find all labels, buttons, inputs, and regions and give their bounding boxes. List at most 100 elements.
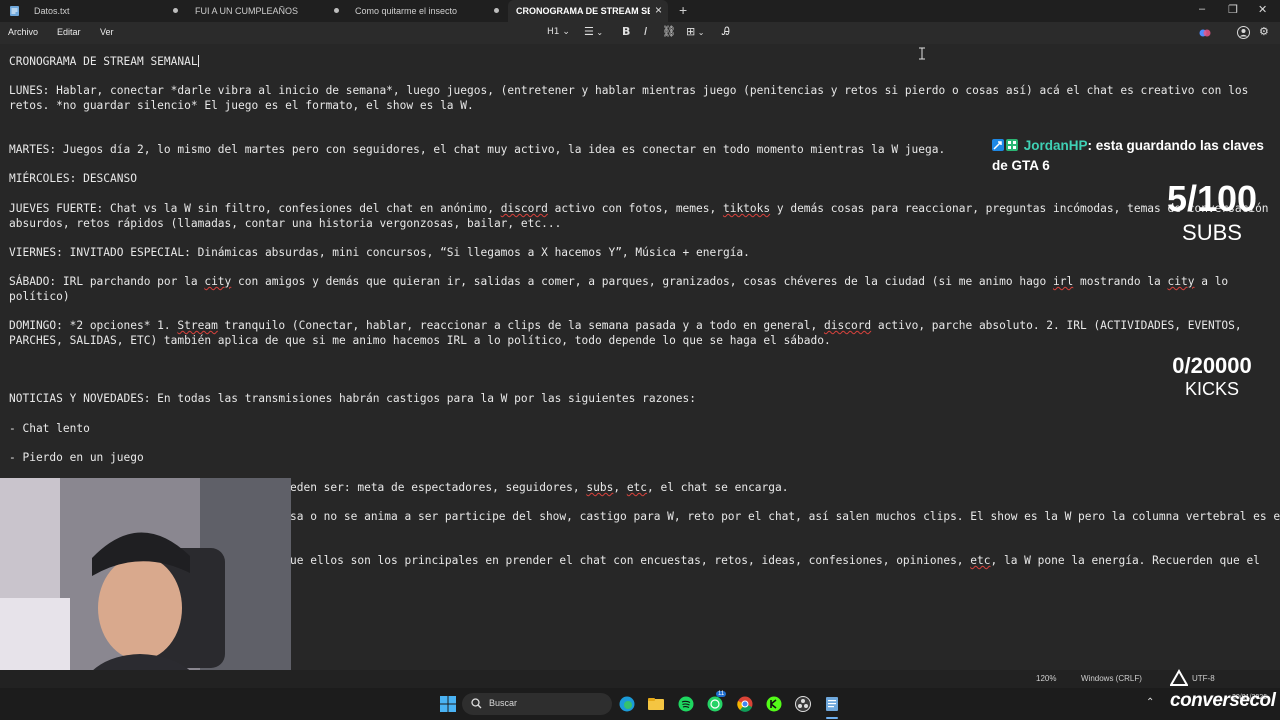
tab-title: CRONOGRAMA DE STREAM SEMAN	[516, 6, 650, 16]
table-dropdown-icon[interactable]: ⊞ ⌄	[686, 25, 704, 38]
list-dropdown-icon[interactable]: ☰ ⌄	[584, 25, 603, 38]
minimize-icon[interactable]: –	[1199, 3, 1205, 15]
document-title-line: CRONOGRAMA DE STREAM SEMANAL	[9, 54, 199, 69]
clear-format-icon[interactable]: Ꭿ	[722, 25, 730, 39]
pierdo-line: - Pierdo en un juego	[9, 451, 144, 464]
sabado-line-2: político)	[9, 290, 70, 303]
account-icon[interactable]	[1237, 26, 1250, 39]
unsaved-dot-icon	[173, 8, 178, 13]
text-segment: activo con fotos, memes,	[547, 202, 723, 215]
misspelled-word: Stream	[177, 319, 218, 332]
kick-app-icon[interactable]	[766, 696, 782, 712]
search-icon	[471, 698, 482, 709]
partial-line-1: eden ser: meta de espectadores, seguidor…	[290, 480, 788, 495]
misspelled-word: discord	[500, 202, 548, 215]
status-bar: 120% Windows (CRLF) UTF-8	[0, 670, 1280, 688]
lunes-line-2: retos. *no guardar silencio* El juego es…	[9, 99, 474, 112]
misspelled-word: tiktoks	[722, 202, 771, 215]
kicks-goal-count: 0/20000	[1172, 353, 1252, 378]
copilot-icon[interactable]	[1199, 27, 1211, 39]
heading-dropdown[interactable]: H1 ⌄	[547, 27, 570, 37]
chrome-icon[interactable]	[737, 696, 753, 712]
line-ending[interactable]: Windows (CRLF)	[1081, 674, 1142, 683]
menu-bar: Archivo Editar Ver H1 ⌄ ☰ ⌄ B I ⛓ ⊞ ⌄ Ꭿ …	[0, 22, 1280, 44]
taskbar-search[interactable]: Buscar	[462, 693, 612, 715]
brand-logo-icon	[1169, 668, 1189, 686]
heading-label: H1	[547, 27, 560, 37]
windows-start-icon[interactable]	[440, 696, 456, 712]
subs-goal-label: SUBS	[1182, 220, 1242, 245]
text-segment: tranquilo (Conectar, hablar, reaccionar …	[217, 319, 825, 332]
new-tab-icon[interactable]: +	[679, 2, 687, 18]
partial-line-3: ue ellos son los principales en prender …	[290, 553, 1260, 568]
brand-name: conversecol	[1170, 690, 1276, 711]
noticias-line: NOTICIAS Y NOVEDADES: En todas las trans…	[9, 392, 697, 405]
text-segment: eden ser: meta de espectadores, seguidor…	[290, 481, 587, 494]
file-explorer-icon[interactable]	[648, 696, 664, 712]
whatsapp-badge: 11	[716, 691, 727, 697]
tab-insecto[interactable]: Como quitarme el insecto	[347, 0, 507, 22]
edge-browser-icon[interactable]	[619, 696, 635, 712]
active-app-indicator	[826, 717, 838, 719]
unsaved-dot-icon	[494, 8, 499, 13]
domingo-line-2: PARCHES, SALIDAS, ETC) también aplica de…	[9, 334, 831, 347]
misspelled-word: city	[1167, 275, 1195, 288]
zoom-level[interactable]: 120%	[1036, 674, 1056, 683]
martes-line: MARTES: Juegos día 2, lo mismo del marte…	[9, 143, 946, 156]
chat-lento-line: - Chat lento	[9, 422, 90, 435]
misspelled-word: etc	[970, 554, 991, 567]
text-segment: DOMINGO: *2 opciones* 1.	[9, 319, 178, 332]
text-segment: , el chat se encarga.	[647, 481, 789, 494]
tab-cronograma[interactable]: CRONOGRAMA DE STREAM SEMAN ×	[508, 0, 668, 22]
partial-line-2: sa o no se anima a ser participe del sho…	[290, 510, 1280, 523]
settings-gear-icon[interactable]: ⚙	[1259, 25, 1269, 38]
close-tab-icon[interactable]: ×	[655, 3, 662, 17]
notepad-taskbar-icon[interactable]	[824, 696, 840, 712]
tab-cumpleanos[interactable]: FUI A UN CUMPLEAÑOS	[187, 0, 347, 22]
moderator-badge-icon	[992, 139, 1004, 151]
bold-icon[interactable]: B	[622, 25, 630, 38]
misspelled-word: subs	[586, 481, 614, 494]
maximize-icon[interactable]: ❐	[1228, 3, 1238, 16]
menu-archivo[interactable]: Archivo	[8, 27, 38, 37]
search-label: Buscar	[489, 698, 518, 708]
lunes-line-1: LUNES: Hablar, conectar *darle vibra al …	[9, 84, 1249, 97]
mouse-cursor-ibeam-icon	[919, 47, 925, 60]
text-segment: mostrando la	[1073, 275, 1168, 288]
text-segment: activo, parche absoluto. 2. IRL (ACTIVID…	[871, 319, 1242, 332]
kicks-goal-label: KICKS	[1184, 379, 1240, 399]
text-caret	[197, 55, 199, 67]
windows-taskbar: Buscar 11 ⌃ 20/01/2026	[0, 688, 1280, 720]
whatsapp-icon[interactable]	[707, 696, 723, 712]
tab-title: Como quitarme el insecto	[355, 6, 458, 16]
unsaved-dot-icon	[334, 8, 339, 13]
tray-chevron-icon[interactable]: ⌃	[1146, 697, 1154, 708]
close-window-icon[interactable]: ✕	[1258, 3, 1267, 16]
misspelled-word: etc	[626, 481, 648, 494]
domingo-line-1: DOMINGO: *2 opciones* 1. Stream tranquil…	[9, 318, 1242, 333]
jueves-line-2: absurdos, retos rápidos (llamadas, conta…	[9, 217, 562, 230]
spotify-icon[interactable]	[678, 696, 694, 712]
italic-icon[interactable]: I	[644, 25, 647, 38]
sabado-line-1: SÁBADO: IRL parchando por la city con am…	[9, 274, 1228, 289]
tab-title: FUI A UN CUMPLEAÑOS	[195, 6, 299, 16]
notepad-app-icon	[10, 6, 19, 16]
text-segment: , la W pone la energía. Recuerden que el	[990, 554, 1260, 567]
obs-studio-icon[interactable]	[795, 696, 811, 712]
brand-watermark: conversecol	[1169, 668, 1280, 712]
tab-title: Datos.txt	[34, 6, 70, 16]
miercoles-line: MIÉRCOLES: DESCANSO	[9, 172, 137, 185]
text-segment: con amigos y demás que quieran ir, salid…	[231, 275, 1054, 288]
text-segment: JUEVES FUERTE: Chat vs la W sin filtro, …	[9, 202, 501, 215]
menu-ver[interactable]: Ver	[100, 27, 114, 37]
menu-editar[interactable]: Editar	[57, 27, 81, 37]
jueves-line-1: JUEVES FUERTE: Chat vs la W sin filtro, …	[9, 201, 1269, 216]
document-title: CRONOGRAMA DE STREAM SEMANAL	[9, 55, 198, 68]
subs-goal-count: 5/100	[1166, 178, 1258, 219]
tab-bar: Datos.txt FUI A UN CUMPLEAÑOS Como quita…	[0, 0, 1280, 22]
chat-username: JordanHP	[1023, 138, 1088, 153]
tab-datos[interactable]: Datos.txt	[26, 0, 186, 22]
viernes-line: VIERNES: INVITADO ESPECIAL: Dinámicas ab…	[9, 246, 750, 259]
link-icon[interactable]: ⛓	[662, 25, 676, 38]
misspelled-word: discord	[824, 319, 872, 332]
